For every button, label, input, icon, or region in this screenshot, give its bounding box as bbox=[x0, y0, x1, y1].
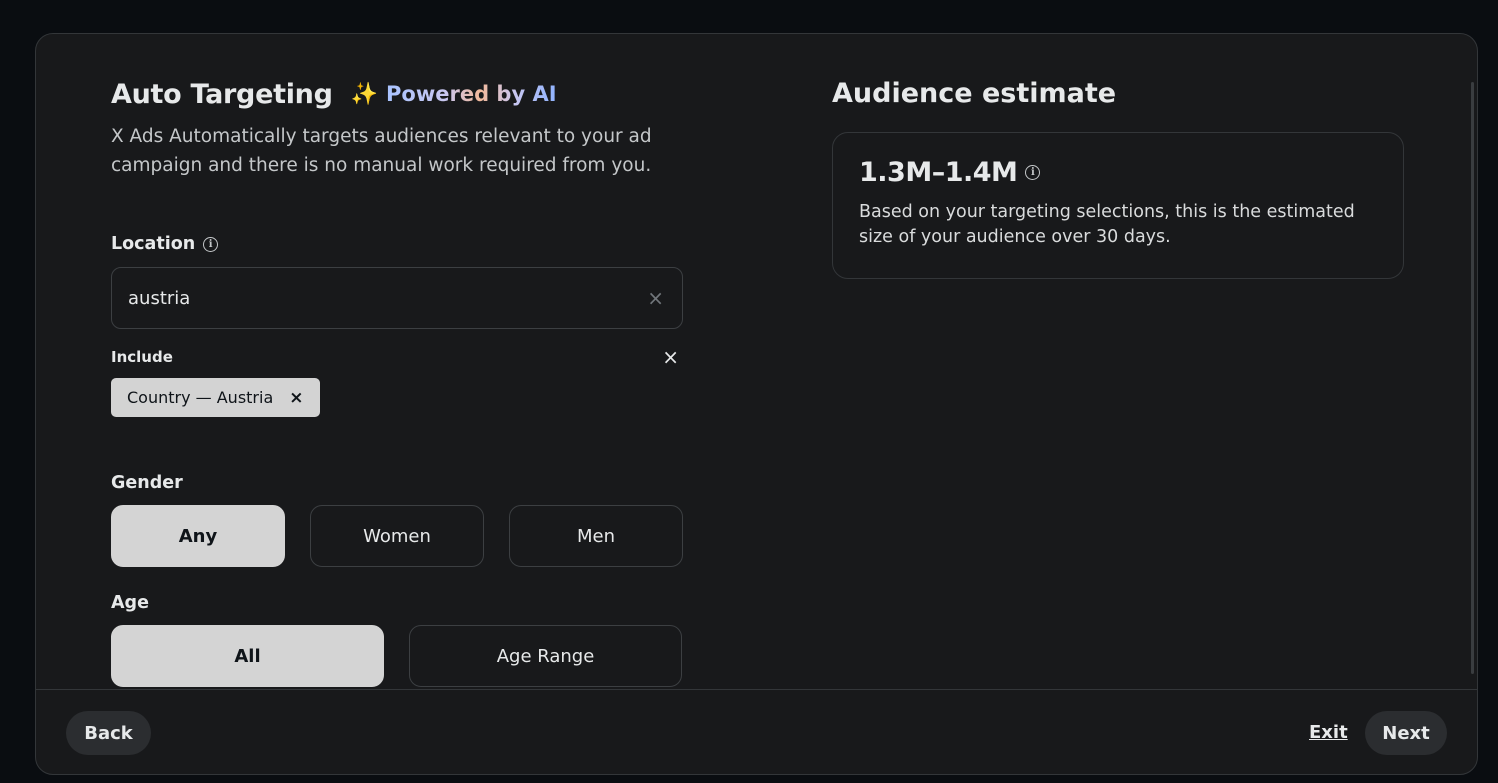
page-title: Auto Targeting bbox=[111, 78, 333, 110]
back-button[interactable]: Back bbox=[66, 711, 151, 755]
gender-selector: Any Women Men bbox=[111, 505, 683, 567]
next-button[interactable]: Next bbox=[1365, 711, 1447, 755]
ai-badge: ✨ Powered by AI bbox=[351, 82, 557, 107]
close-include-icon[interactable]: × bbox=[662, 345, 679, 369]
powered-by-ai-text: Powered by AI bbox=[386, 82, 557, 106]
targeting-form: Auto Targeting ✨ Powered by AI X Ads Aut… bbox=[111, 74, 683, 687]
remove-chip-icon[interactable]: × bbox=[289, 388, 303, 408]
age-label: Age bbox=[111, 593, 149, 613]
location-label-text: Location bbox=[111, 234, 196, 254]
audience-title: Audience estimate bbox=[832, 77, 1117, 109]
audience-info-icon[interactable]: i bbox=[1025, 165, 1041, 180]
modal-content[interactable]: Auto Targeting ✨ Powered by AI X Ads Aut… bbox=[36, 34, 1477, 689]
clear-input-icon[interactable]: × bbox=[647, 286, 664, 310]
page-subtitle: X Ads Automatically targets audiences re… bbox=[111, 126, 652, 176]
location-info-icon[interactable]: i bbox=[203, 236, 219, 252]
location-input-value[interactable]: austria bbox=[128, 288, 190, 309]
sparkle-icon: ✨ bbox=[350, 81, 379, 107]
location-label: Location i bbox=[111, 232, 683, 256]
audience-card: 1.3M–1.4M i Based on your targeting sele… bbox=[832, 132, 1404, 279]
age-range-button[interactable]: Age Range bbox=[409, 625, 682, 687]
targeting-modal: Auto Targeting ✨ Powered by AI X Ads Aut… bbox=[35, 33, 1478, 775]
include-label: Include bbox=[111, 348, 173, 366]
audience-value-row: 1.3M–1.4M i bbox=[859, 157, 1377, 188]
gender-any-button[interactable]: Any bbox=[111, 505, 285, 567]
age-all-button[interactable]: All bbox=[111, 625, 384, 687]
gender-label: Gender bbox=[111, 473, 183, 493]
exit-link[interactable]: Exit bbox=[1309, 722, 1348, 743]
location-chip: Country — Austria × bbox=[111, 378, 320, 417]
chip-label: Country — Austria bbox=[127, 388, 274, 407]
audience-value: 1.3M–1.4M bbox=[859, 157, 1018, 188]
audience-panel: Audience estimate 1.3M–1.4M i Based on y… bbox=[832, 74, 1404, 279]
age-selector: All Age Range bbox=[111, 625, 683, 687]
title-row: Auto Targeting ✨ Powered by AI bbox=[111, 74, 683, 114]
audience-description: Based on your targeting selections, this… bbox=[859, 202, 1355, 247]
gender-men-button[interactable]: Men bbox=[509, 505, 683, 567]
include-row: Include × bbox=[111, 345, 683, 369]
scrollbar[interactable] bbox=[1471, 82, 1474, 674]
location-input[interactable]: austria × bbox=[111, 267, 683, 329]
gender-women-button[interactable]: Women bbox=[310, 505, 484, 567]
modal-footer: Back Exit Next bbox=[36, 689, 1477, 774]
